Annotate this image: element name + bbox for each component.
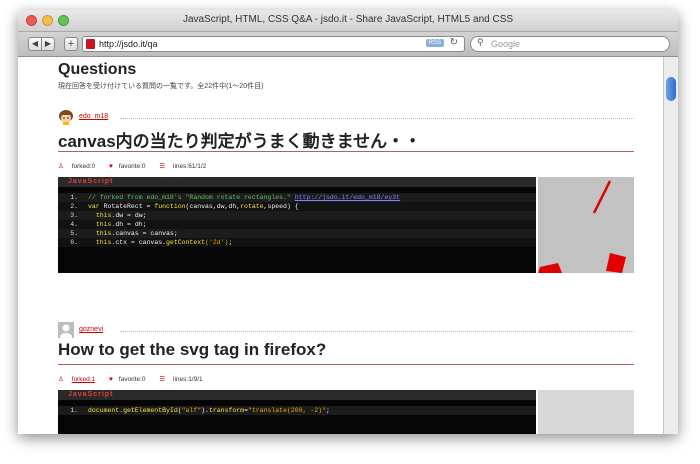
code-line: 2. var RotateRect = function(canvas,dw,dh… (58, 202, 536, 211)
username-link[interactable]: edo_m18 (79, 113, 108, 120)
code-preview[interactable]: JavaScript 1.// forked from edo_m18's "R… (58, 177, 536, 273)
title-underline (58, 364, 634, 365)
code-line: 4. this.dh = dh; (58, 220, 536, 229)
page-title: Questions (58, 61, 137, 78)
heart-icon: ♥ (108, 163, 113, 170)
user-avatar[interactable] (58, 322, 74, 338)
username-link[interactable]: goznevi (79, 326, 103, 333)
demo-thumbnail[interactable] (538, 390, 634, 434)
fork-icon: ♙ (58, 376, 64, 383)
scrollbar-thumb[interactable] (666, 77, 676, 101)
back-button[interactable]: ◀ (28, 37, 42, 51)
question-title[interactable]: How to get the svg tag in firefox? (58, 340, 326, 360)
browser-toolbar: ◀ ▶ + http://jsdo.it/qa RSS ↻ ⚲ Google (18, 32, 678, 57)
question-title[interactable]: canvas内の当たり判定がうまく動きません・・ (58, 127, 421, 152)
code-link[interactable]: http://jsdo.it/edo_m18/ey3t (295, 194, 400, 201)
lines-icon: ☰ (159, 163, 166, 170)
vertical-scrollbar[interactable] (663, 57, 678, 434)
demo-thumbnail[interactable] (538, 177, 634, 273)
code-language-label: JavaScript (58, 390, 536, 400)
rss-button[interactable]: RSS (425, 39, 444, 47)
favorite-count: favorite:0 (118, 163, 146, 170)
code-language-label: JavaScript (58, 177, 536, 187)
heart-icon: ♥ (108, 376, 113, 383)
title-bar: JavaScript, HTML, CSS Q&A - jsdo.it - Sh… (18, 10, 678, 32)
search-icon[interactable]: ⚲ (477, 37, 484, 48)
question-entry: goznevi How to get the svg tag in firefo… (58, 322, 634, 434)
dotted-divider (120, 331, 634, 332)
lines-count: lines:1/9/1 (173, 376, 203, 383)
title-underline (58, 151, 634, 152)
address-bar[interactable]: http://jsdo.it/qa RSS ↻ (82, 36, 465, 52)
window-title: JavaScript, HTML, CSS Q&A - jsdo.it - Sh… (182, 14, 514, 25)
forked-count: forked:0 (71, 163, 96, 170)
code-preview[interactable]: JavaScript 1. document.getElementById("al… (58, 390, 536, 434)
page-subtitle: 現在回答を受け付けている質問の一覧です。全22件中(1〜20件目) (58, 83, 264, 90)
lines-icon: ☰ (159, 376, 166, 383)
search-field[interactable]: ⚲ Google (470, 36, 670, 52)
forward-button[interactable]: ▶ (41, 37, 55, 51)
code-line: 1.// forked from edo_m18's "Random rotat… (58, 193, 536, 202)
question-entry: edo_m18 canvas内の当たり判定がうまく動きません・・ ♙ forke… (58, 109, 634, 289)
reload-icon[interactable]: ↻ (450, 37, 458, 48)
fork-icon: ♙ (58, 163, 64, 170)
code-line: 6. this.ctx = canvas.getContext('2d'); (58, 238, 536, 247)
lines-count: lines:61/1/2 (173, 163, 207, 170)
favorite-count: favorite:0 (118, 376, 146, 383)
dotted-divider (120, 118, 634, 119)
code-line: 3. this.dw = dw; (58, 211, 536, 220)
code-line: 5. this.canvas = canvas; (58, 229, 536, 238)
code-line: 1. document.getElementById("alf").transfo… (58, 406, 536, 415)
user-avatar[interactable] (58, 109, 74, 125)
site-favicon-icon (86, 39, 95, 49)
add-bookmark-button[interactable]: + (64, 37, 78, 51)
question-meta: ♙ forked:0 ♥ favorite:0 ☰ lines:61/1/2 (58, 162, 218, 170)
address-url[interactable]: http://jsdo.it/qa (99, 39, 158, 49)
forked-count[interactable]: forked:1 (72, 376, 96, 383)
page-content: Questions 現在回答を受け付けている質問の一覧です。全22件中(1〜20… (18, 57, 663, 434)
question-meta: ♙ forked:1 ♥ favorite:0 ☰ lines:1/9/1 (58, 375, 215, 383)
search-placeholder: Google (491, 39, 521, 49)
browser-window: JavaScript, HTML, CSS Q&A - jsdo.it - Sh… (18, 10, 678, 434)
